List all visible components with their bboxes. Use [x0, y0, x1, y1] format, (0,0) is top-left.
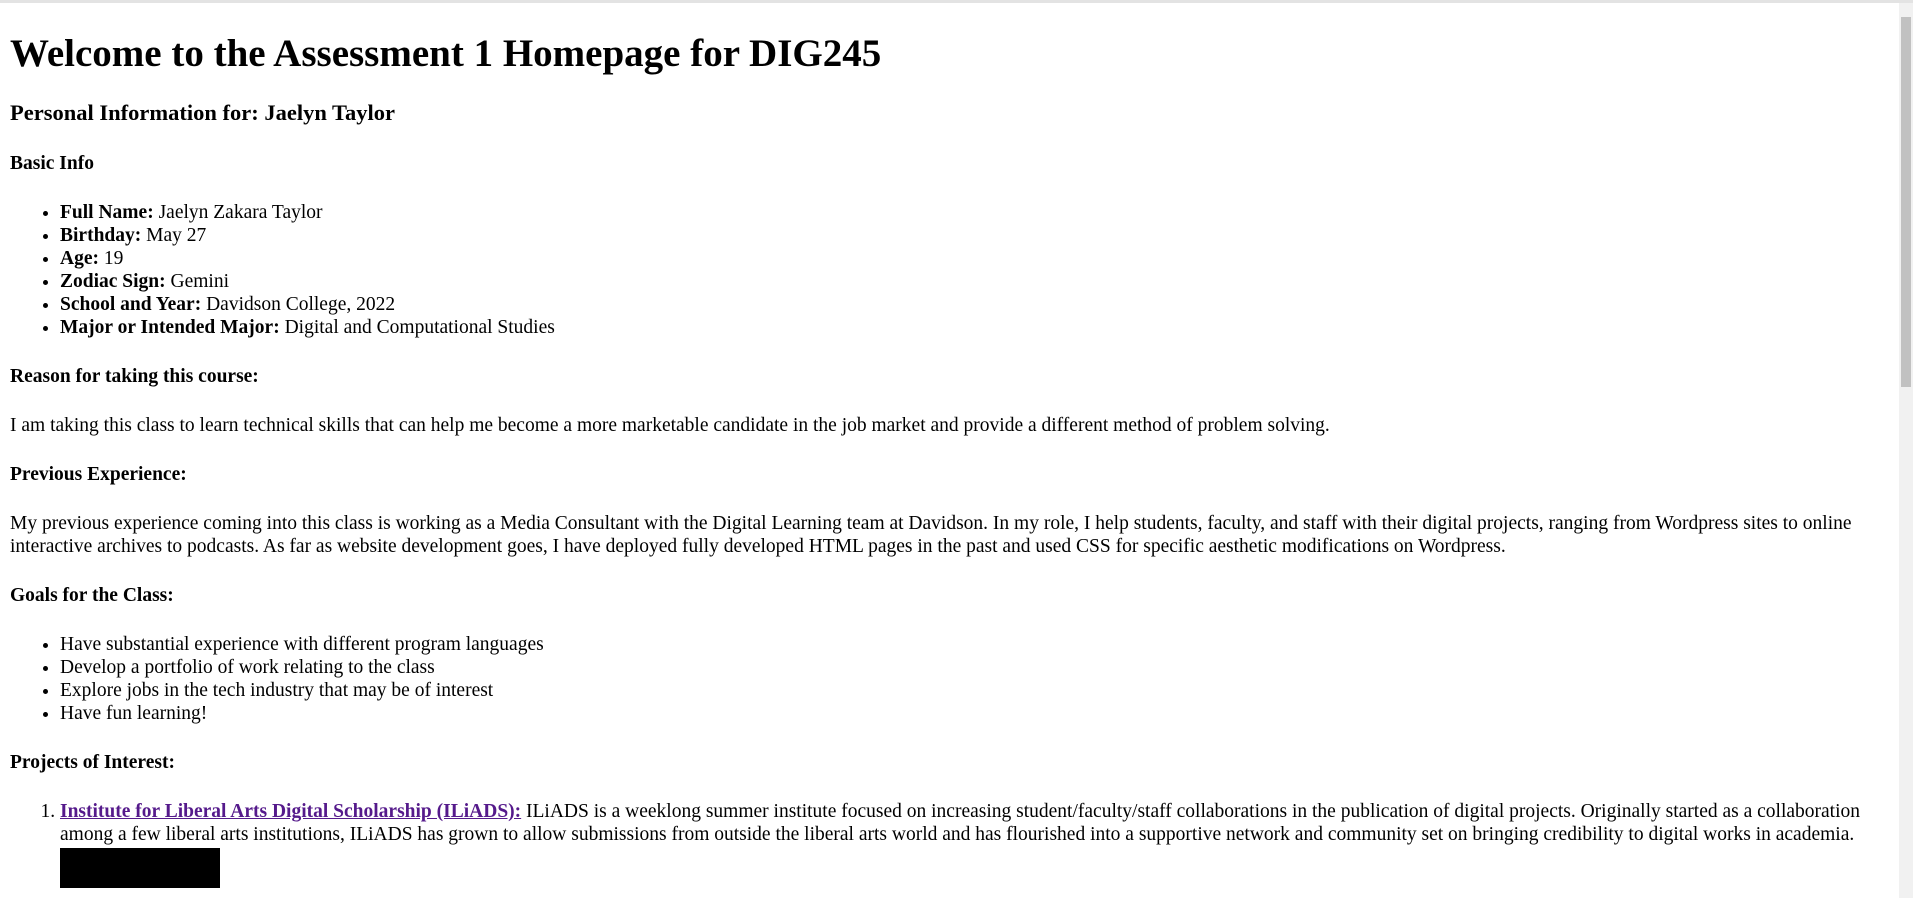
list-item: Institute for Liberal Arts Digital Schol…	[60, 800, 1880, 888]
info-label-birthday: Birthday:	[60, 225, 142, 246]
list-item: Zodiac Sign: Gemini	[60, 270, 1880, 293]
project-image-placeholder	[60, 848, 220, 888]
info-value-major: Digital and Computational Studies	[279, 317, 555, 338]
info-value-birthday: May 27	[141, 225, 207, 246]
list-item: Age: 19	[60, 247, 1880, 270]
info-label-full-name: Full Name:	[60, 202, 154, 223]
info-label-age: Age:	[60, 248, 99, 269]
list-item: Have substantial experience with differe…	[60, 633, 1880, 656]
reason-heading: Reason for taking this course:	[10, 366, 259, 387]
goals-list: Have substantial experience with differe…	[10, 633, 1880, 725]
page-subtitle: Personal Information for: Jaelyn Taylor	[10, 100, 395, 125]
list-item: Birthday: May 27	[60, 224, 1880, 247]
projects-list: Institute for Liberal Arts Digital Schol…	[10, 800, 1880, 888]
iliads-link[interactable]: Institute for Liberal Arts Digital Schol…	[60, 801, 521, 822]
basic-info-heading: Basic Info	[10, 153, 94, 174]
experience-text: My previous experience coming into this …	[10, 513, 1852, 557]
vertical-scrollbar[interactable]	[1899, 3, 1913, 898]
list-item: Develop a portfolio of work relating to …	[60, 656, 1880, 679]
info-label-major: Major or Intended Major:	[60, 317, 280, 338]
info-label-school: School and Year:	[60, 294, 202, 315]
info-value-full-name: Jaelyn Zakara Taylor	[153, 202, 323, 223]
page-title: Welcome to the Assessment 1 Homepage for…	[10, 32, 882, 75]
goals-heading: Goals for the Class:	[10, 585, 174, 606]
info-value-zodiac: Gemini	[165, 271, 230, 292]
list-item: School and Year: Davidson College, 2022	[60, 293, 1880, 316]
info-label-zodiac: Zodiac Sign:	[60, 271, 166, 292]
page-content: Welcome to the Assessment 1 Homepage for…	[10, 0, 1880, 888]
list-item: Have fun learning!	[60, 702, 1880, 725]
reason-text: I am taking this class to learn technica…	[10, 415, 1330, 436]
info-value-school: Davidson College, 2022	[201, 294, 396, 315]
projects-heading: Projects of Interest:	[10, 752, 175, 773]
list-item: Full Name: Jaelyn Zakara Taylor	[60, 201, 1880, 224]
info-value-age: 19	[98, 248, 124, 269]
scrollbar-thumb[interactable]	[1901, 17, 1911, 387]
list-item: Major or Intended Major: Digital and Com…	[60, 316, 1880, 339]
experience-heading: Previous Experience:	[10, 464, 187, 485]
basic-info-list: Full Name: Jaelyn Zakara Taylor Birthday…	[10, 201, 1880, 339]
list-item: Explore jobs in the tech industry that m…	[60, 679, 1880, 702]
